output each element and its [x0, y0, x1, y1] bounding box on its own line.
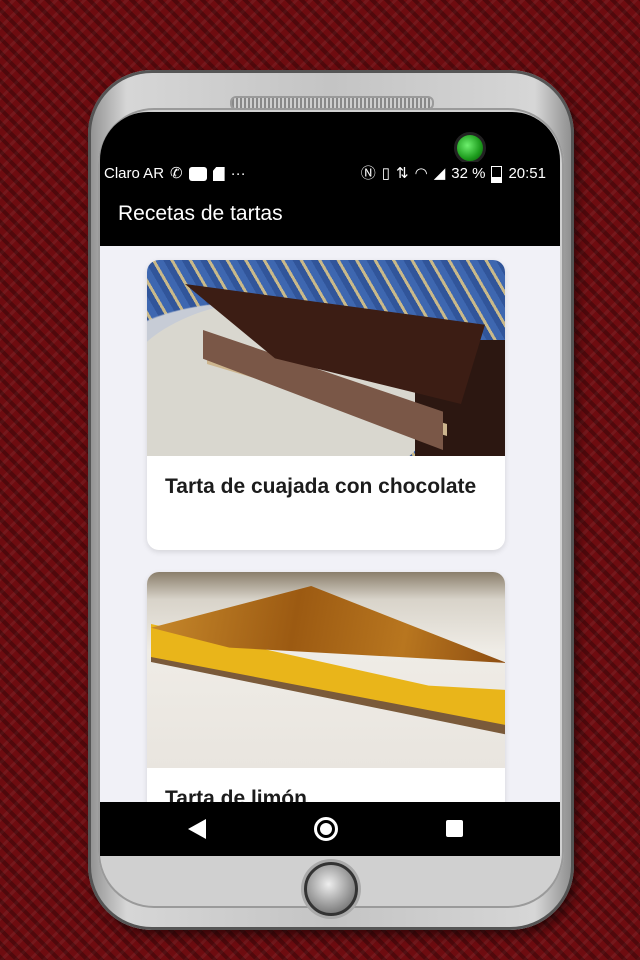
wifi-icon: ◠ [414, 165, 428, 182]
data-arrows-icon: ⇅ [396, 165, 409, 182]
nfc-icon: Ⓝ [360, 165, 376, 182]
phone-frame: Claro AR ✆ ··· Ⓝ ▯ ⇅ ◠ ◢ 32 % 20:51 Rece… [88, 70, 574, 930]
recipe-card[interactable]: Tarta de cuajada con chocolate [147, 260, 505, 550]
earpiece-speaker [230, 96, 434, 110]
notification-square-icon [188, 167, 207, 181]
vibrate-icon: ▯ [381, 165, 391, 182]
carrier-label: Claro AR [104, 165, 165, 182]
screen: Claro AR ✆ ··· Ⓝ ▯ ⇅ ◠ ◢ 32 % 20:51 Rece… [100, 162, 560, 856]
recipe-title[interactable]: Tarta de limón [147, 768, 505, 802]
battery-percent: 32 % [451, 165, 486, 182]
signal-icon: ◢ [433, 165, 446, 182]
back-icon[interactable] [188, 819, 206, 839]
recipe-card[interactable]: Tarta de limón [147, 572, 505, 802]
sd-card-icon [212, 167, 225, 181]
status-bar: Claro AR ✆ ··· Ⓝ ▯ ⇅ ◠ ◢ 32 % 20:51 [100, 162, 560, 186]
recipe-title[interactable]: Tarta de cuajada con chocolate [147, 456, 505, 500]
recipe-list[interactable]: Tarta de cuajada con chocolate Tarta de … [100, 246, 560, 802]
more-notifications-icon: ··· [230, 165, 246, 182]
battery-icon [491, 165, 503, 183]
navigation-bar [100, 802, 560, 856]
home-icon[interactable] [314, 817, 338, 841]
notification-led [454, 132, 486, 164]
hardware-home-button[interactable] [304, 862, 358, 916]
clock: 20:51 [508, 165, 546, 182]
whatsapp-icon: ✆ [170, 165, 183, 182]
lemon-tart-photo[interactable] [147, 572, 505, 768]
chocolate-cheesecake-photo[interactable] [147, 260, 505, 456]
recents-icon[interactable] [446, 820, 463, 837]
app-bar: Recetas de tartas [100, 186, 560, 246]
app-title: Recetas de tartas [118, 202, 283, 225]
